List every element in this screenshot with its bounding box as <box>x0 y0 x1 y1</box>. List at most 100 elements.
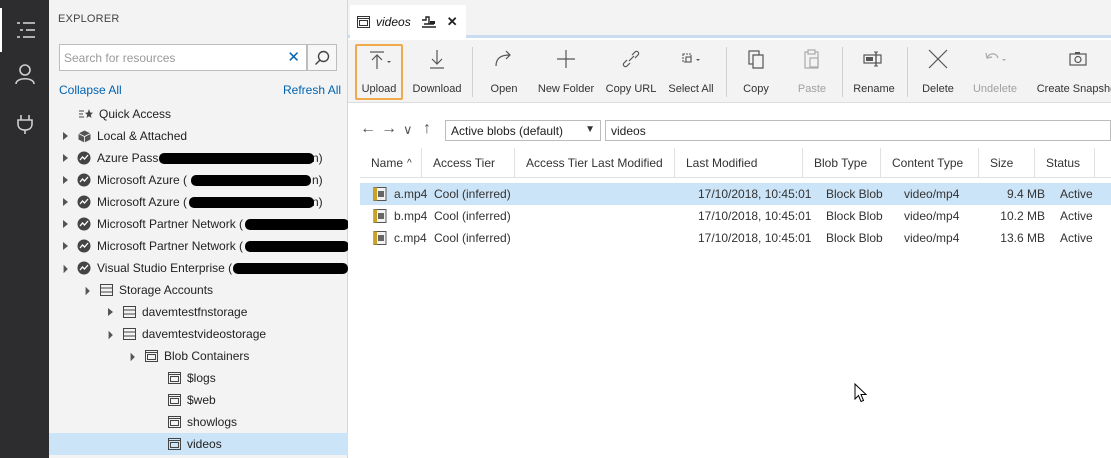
paste-label: Paste <box>797 83 827 95</box>
name-cell: c.mp4 <box>373 227 427 249</box>
undelete-button[interactable]: Undelete <box>972 44 1018 100</box>
tree-item-label: $logs <box>187 371 216 385</box>
tree-item-storage-accounts[interactable]: Storage Accounts <box>49 279 348 301</box>
last-modified-cell: 17/10/2018, 10:45:01 <box>698 187 812 201</box>
tree-item-container[interactable]: showlogs <box>49 411 348 433</box>
table-header: Name ^ Access Tier Access Tier Last Modif… <box>360 148 1111 178</box>
paste-button[interactable]: Paste <box>794 44 830 100</box>
subscription-icon <box>77 217 91 231</box>
close-tab-icon[interactable]: ✕ <box>447 14 458 30</box>
expand-caret-icon[interactable] <box>104 306 116 318</box>
download-button[interactable]: Download <box>412 44 462 100</box>
table-row[interactable]: b.mp4 Cool (inferred) 17/10/2018, 10:45:… <box>360 205 1111 227</box>
column-header-label: Access Tier <box>433 156 496 170</box>
search-input[interactable] <box>60 45 280 70</box>
delete-label: Delete <box>922 83 954 95</box>
expand-caret-icon[interactable] <box>59 218 71 230</box>
column-header-blob-type[interactable]: Blob Type <box>803 148 881 178</box>
tree-item-label: Azure Pass <box>97 151 159 165</box>
dropdown-arrow-icon: ▼ <box>585 124 595 135</box>
expand-caret-icon[interactable] <box>59 240 71 252</box>
search-button[interactable] <box>307 44 337 71</box>
content-type-cell: video/mp4 <box>904 231 960 245</box>
upload-icon <box>370 51 391 69</box>
tree-item-storage-account[interactable]: davemtestfnstorage <box>49 301 348 323</box>
copy-button[interactable]: Copy <box>738 44 774 100</box>
tree-item-container[interactable]: $web <box>49 389 348 411</box>
clear-search-icon[interactable]: ✕ <box>287 48 300 66</box>
column-header-label: Last Modified <box>686 156 758 170</box>
column-header-status[interactable]: Status <box>1035 148 1095 178</box>
column-header-name[interactable]: Name ^ <box>360 148 422 178</box>
open-icon <box>495 50 511 67</box>
container-icon <box>167 415 181 429</box>
access-tier-cell: Cool (inferred) <box>434 209 511 223</box>
table-row[interactable]: a.mp4 Cool (inferred) 17/10/2018, 10:45:… <box>360 183 1111 205</box>
create-snapshot-button[interactable]: Create Snapshot <box>1037 44 1111 100</box>
delete-button[interactable]: Delete <box>920 44 956 100</box>
blob-filter-select[interactable]: Active blobs (default) ▼ <box>445 120 601 141</box>
up-arrow-icon[interactable]: ↑ <box>423 120 431 138</box>
subscription-icon <box>77 173 91 187</box>
link-icon <box>622 50 640 68</box>
table-row[interactable]: c.mp4 Cool (inferred) 17/10/2018, 10:45:… <box>360 227 1111 249</box>
content-type-cell: video/mp4 <box>904 187 960 201</box>
container-icon <box>167 437 181 451</box>
refresh-all-link[interactable]: Refresh All <box>283 83 341 97</box>
collapse-caret-icon[interactable] <box>59 262 71 274</box>
paste-icon <box>804 49 819 69</box>
video-file-icon <box>373 187 387 201</box>
collapse-caret-icon[interactable] <box>126 350 138 362</box>
rename-button[interactable]: Rename <box>852 44 896 100</box>
column-header-label: Name <box>371 156 404 170</box>
expand-caret-icon[interactable] <box>59 196 71 208</box>
column-header-content-type[interactable]: Content Type <box>881 148 979 178</box>
content-type-cell: video/mp4 <box>904 209 960 223</box>
path-input[interactable]: videos <box>605 120 1111 141</box>
account-activity-button[interactable] <box>0 52 49 96</box>
explorer-activity-button[interactable] <box>0 8 49 52</box>
tree-item-quick-access[interactable]: Quick Access <box>49 103 348 125</box>
expand-caret-icon[interactable] <box>59 174 71 186</box>
expand-caret-icon[interactable] <box>59 130 71 142</box>
copy-url-button[interactable]: Copy URL <box>606 44 656 100</box>
activity-bar <box>0 0 49 458</box>
connect-activity-button[interactable] <box>0 102 49 146</box>
tree-item-label: videos <box>187 437 222 451</box>
collapse-caret-icon[interactable] <box>104 328 116 340</box>
forward-arrow-icon[interactable]: → <box>381 120 397 138</box>
chevron-down-icon[interactable]: ∨ <box>403 122 413 138</box>
last-modified-cell: 17/10/2018, 10:45:01 <box>698 231 812 245</box>
copy-label: Copy <box>743 83 769 95</box>
navigation-bar: ← → ∨ ↑ Active blobs (default) ▼ videos <box>348 116 1111 144</box>
tree-item-local-attached[interactable]: Local & Attached <box>49 125 348 147</box>
rename-icon <box>863 51 882 67</box>
new-folder-label: New Folder <box>537 83 595 95</box>
tree-item-container-selected[interactable]: videos <box>49 433 348 455</box>
tree-item-storage-account[interactable]: davemtestvideostorage <box>49 323 348 345</box>
undelete-icon <box>985 52 1006 61</box>
select-all-button[interactable]: Select All <box>666 44 716 100</box>
tree-item-label: davemtestvideostorage <box>142 327 267 341</box>
tab-videos[interactable]: videos ✕ <box>350 5 466 38</box>
blob-type-cell: Block Blob <box>826 231 883 245</box>
subscription-icon <box>77 239 91 253</box>
redaction-mark <box>245 241 349 252</box>
upload-button[interactable]: Upload <box>355 44 403 100</box>
tree-item-container[interactable]: $logs <box>49 367 348 389</box>
container-icon <box>144 349 158 363</box>
column-header-access-tier[interactable]: Access Tier <box>422 148 515 178</box>
expand-caret-icon[interactable] <box>59 152 71 164</box>
redaction-mark <box>233 263 348 274</box>
collapse-caret-icon[interactable] <box>81 284 93 296</box>
pin-icon[interactable] <box>421 15 437 28</box>
column-header-size[interactable]: Size <box>979 148 1035 178</box>
back-arrow-icon[interactable]: ← <box>360 120 376 138</box>
collapse-all-link[interactable]: Collapse All <box>59 83 122 97</box>
column-header-access-tier-last-modified[interactable]: Access Tier Last Modified <box>515 148 675 178</box>
open-button[interactable]: Open <box>484 44 524 100</box>
column-header-last-modified[interactable]: Last Modified <box>675 148 803 178</box>
new-folder-button[interactable]: New Folder <box>536 44 596 100</box>
tree-item-blob-containers[interactable]: Blob Containers <box>49 345 348 367</box>
redaction-mark <box>245 219 349 230</box>
